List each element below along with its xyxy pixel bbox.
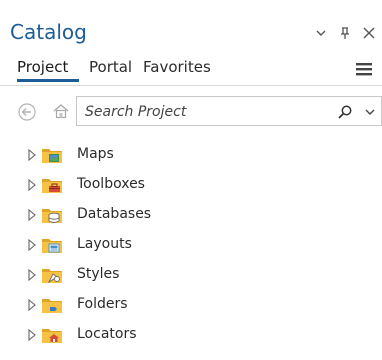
tree-item-maps[interactable]: Maps <box>0 140 382 170</box>
expand-arrow-icon[interactable] <box>27 329 37 341</box>
tree-item-label: Maps <box>77 146 114 162</box>
tree-item-folders[interactable]: Folders <box>0 290 382 320</box>
tab-project[interactable]: Project <box>17 58 68 76</box>
close-icon[interactable] <box>362 26 376 40</box>
catalog-pane: Catalog Project Portal Favorites Search … <box>0 0 382 360</box>
hamburger-menu-icon[interactable] <box>355 61 373 77</box>
expand-arrow-icon[interactable] <box>27 269 37 281</box>
locators-folder-icon <box>42 329 62 343</box>
home-icon[interactable] <box>52 102 70 120</box>
expand-arrow-icon[interactable] <box>27 179 37 191</box>
tab-favorites[interactable]: Favorites <box>143 58 211 76</box>
expand-arrow-icon[interactable] <box>27 299 37 311</box>
tree-item-locators[interactable]: Locators <box>0 320 382 350</box>
tree-item-label: Folders <box>77 296 128 312</box>
toolboxes-folder-icon <box>42 179 62 193</box>
tree-item-layouts[interactable]: Layouts <box>0 230 382 260</box>
pin-icon[interactable] <box>338 26 352 40</box>
maps-folder-icon <box>42 149 62 163</box>
tree-item-label: Locators <box>77 326 137 342</box>
expand-arrow-icon[interactable] <box>27 149 37 161</box>
catalog-tabs: Project Portal Favorites <box>0 48 382 82</box>
databases-folder-icon <box>42 209 62 223</box>
tree-item-label: Styles <box>77 266 120 282</box>
search-input[interactable] <box>83 101 327 123</box>
expand-arrow-icon[interactable] <box>27 239 37 251</box>
styles-folder-icon <box>42 269 62 284</box>
pane-window-controls <box>314 25 376 41</box>
tree-item-label: Layouts <box>77 236 132 252</box>
tree-item-databases[interactable]: Databases <box>0 200 382 230</box>
back-arrow-icon[interactable] <box>18 103 36 121</box>
layouts-folder-icon <box>42 239 62 253</box>
tree-item-styles[interactable]: Styles <box>0 260 382 290</box>
tabs-divider <box>0 85 382 86</box>
pane-title: Catalog <box>10 20 87 44</box>
search-box <box>76 96 382 126</box>
tab-portal[interactable]: Portal <box>89 58 132 76</box>
tree-item-label: Databases <box>77 206 152 222</box>
active-tab-indicator <box>17 79 79 82</box>
chevron-down-icon[interactable] <box>314 26 328 40</box>
catalog-toolbar <box>0 90 382 132</box>
pane-title-bar: Catalog <box>0 0 382 48</box>
tree-item-toolboxes[interactable]: Toolboxes <box>0 170 382 200</box>
folders-folder-icon <box>42 299 62 313</box>
tree-item-label: Toolboxes <box>77 176 145 192</box>
search-icon[interactable] <box>337 104 353 120</box>
expand-arrow-icon[interactable] <box>27 209 37 221</box>
search-options-chevron-icon[interactable] <box>364 107 376 117</box>
